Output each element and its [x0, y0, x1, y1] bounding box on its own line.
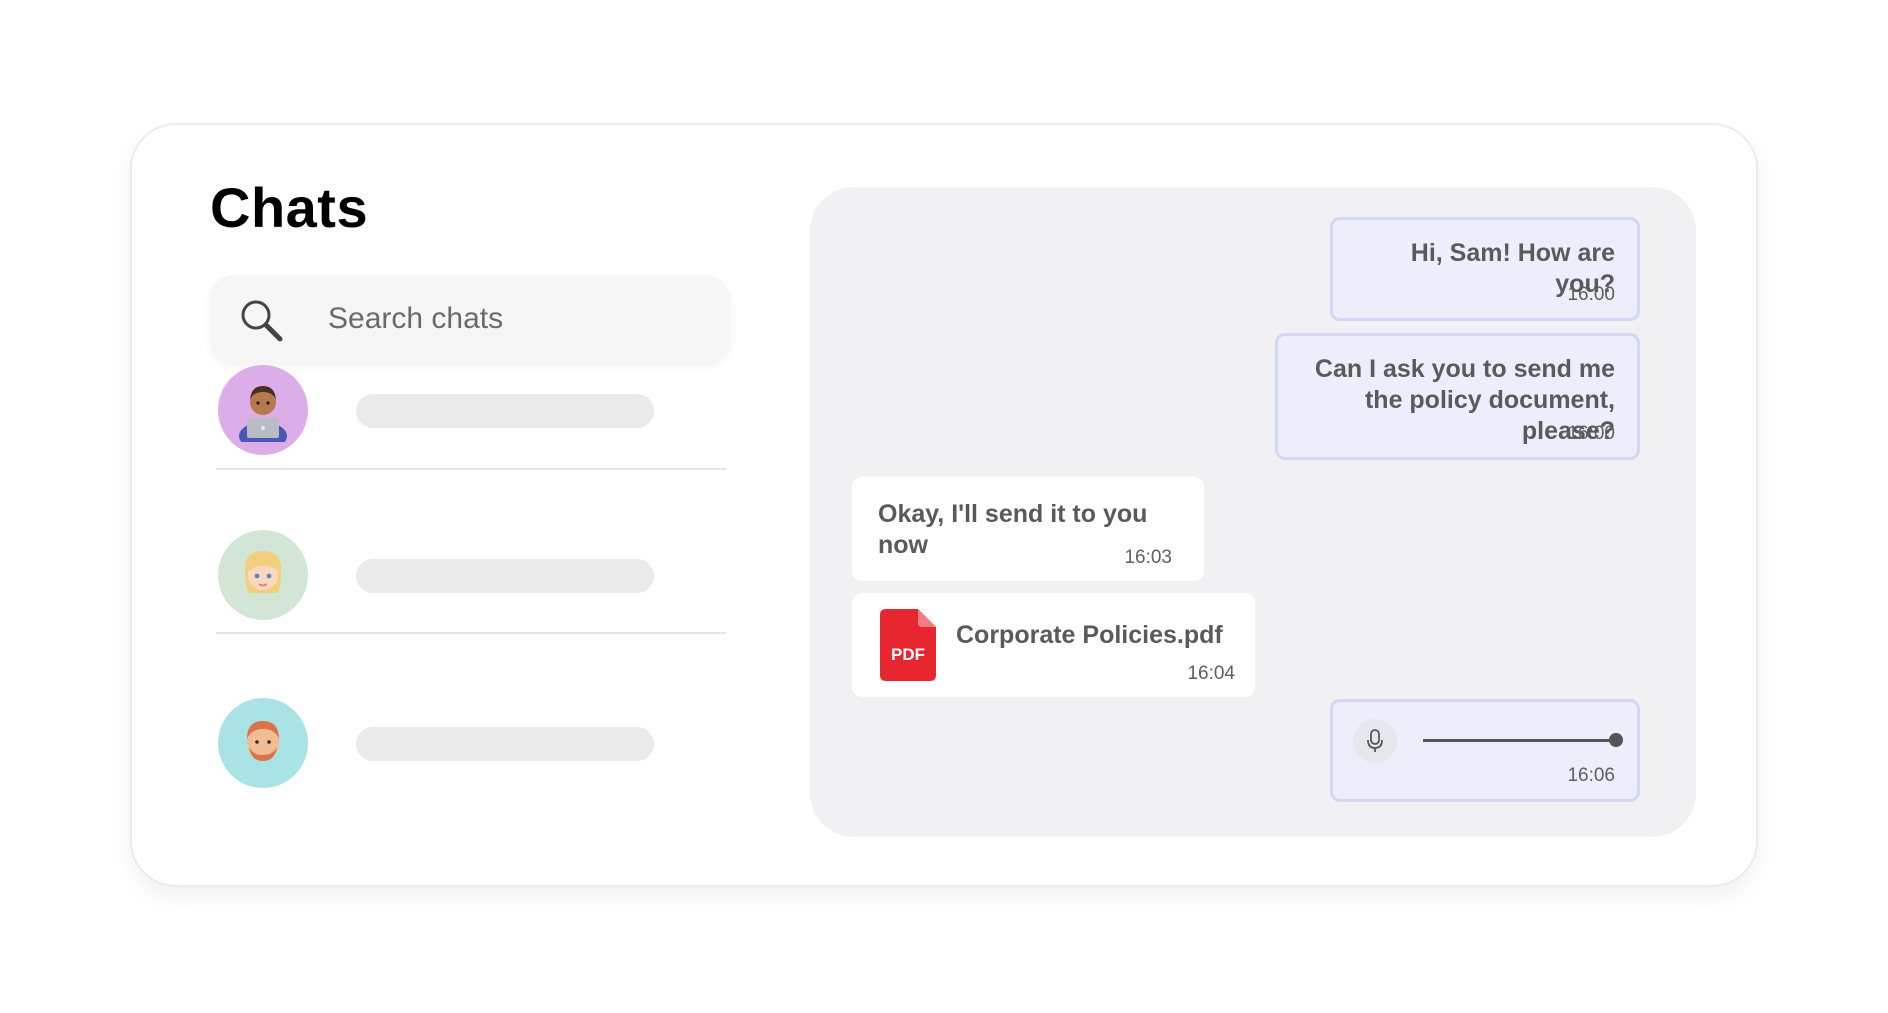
- chat-list-item[interactable]: [216, 698, 726, 808]
- pdf-badge-label: PDF: [891, 645, 925, 664]
- page-title: Chats: [210, 176, 369, 239]
- file-name: Corporate Policies.pdf: [956, 621, 1223, 649]
- man-technologist-emoji-icon: [239, 386, 287, 442]
- message-time: 16:04: [1187, 663, 1235, 684]
- avatar: [218, 365, 308, 455]
- chat-preview-placeholder: [356, 394, 654, 428]
- red-haired-man-emoji-icon: [247, 721, 279, 761]
- search-input[interactable]: [328, 293, 708, 345]
- message-time: 16:03: [1124, 547, 1172, 568]
- message-time: 16:00: [1567, 423, 1615, 444]
- pdf-icon[interactable]: PDF: [880, 609, 936, 681]
- incoming-message[interactable]: Okay, I'll send it to you now 16:03: [852, 477, 1204, 581]
- microphone-button[interactable]: [1353, 719, 1397, 763]
- message-time: 16:06: [1567, 765, 1615, 786]
- microphone-icon: [1367, 729, 1383, 752]
- incoming-file-message[interactable]: PDF Corporate Policies.pdf 16:04: [852, 593, 1255, 697]
- chat-list-item[interactable]: [216, 530, 726, 640]
- avatar: [218, 530, 308, 620]
- conversation-panel: Hi, Sam! How are you? 16:00 Can I ask yo…: [810, 187, 1696, 837]
- audio-progress-track[interactable]: [1423, 739, 1613, 742]
- blonde-woman-emoji-icon: [244, 551, 282, 593]
- message-time: 16:00: [1567, 284, 1615, 305]
- chat-app-card: Chats Search chats Hi, Sam! How are you?…: [130, 123, 1758, 887]
- chat-preview-placeholder: [356, 559, 654, 593]
- chat-preview-placeholder: [356, 727, 654, 761]
- divider: [216, 632, 726, 634]
- avatar: [218, 698, 308, 788]
- chat-list-item[interactable]: [216, 365, 726, 475]
- audio-progress-handle[interactable]: [1609, 733, 1623, 747]
- divider: [216, 468, 726, 470]
- outgoing-voice-message[interactable]: 16:06: [1330, 699, 1640, 802]
- search-icon: [241, 300, 283, 342]
- outgoing-message[interactable]: Can I ask you to send me the policy docu…: [1275, 333, 1640, 460]
- outgoing-message[interactable]: Hi, Sam! How are you? 16:00: [1330, 217, 1640, 321]
- search-box[interactable]: [210, 275, 730, 363]
